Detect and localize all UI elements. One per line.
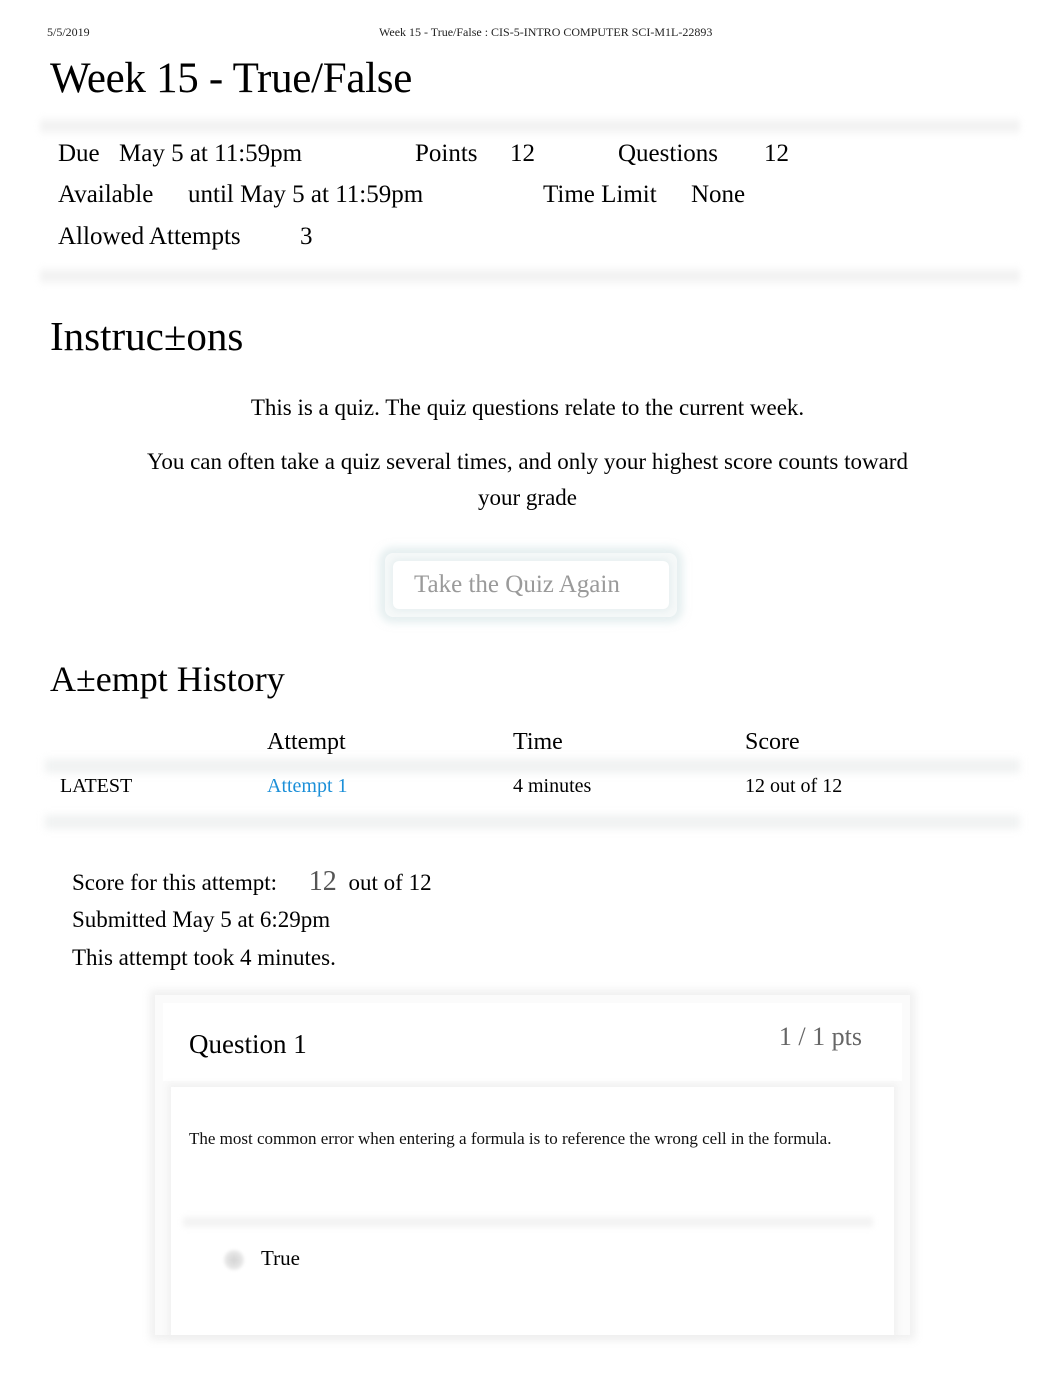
take-quiz-again-button[interactable]: Take the Quiz Again xyxy=(393,561,669,609)
page-title: Week 15 - True/False xyxy=(50,55,412,102)
available-value: until May 5 at 11:59pm xyxy=(188,181,424,208)
divider xyxy=(40,265,1020,287)
duration-line: This attempt took 4 minutes. xyxy=(72,945,336,970)
question-body: The most common error when entering a fo… xyxy=(171,1087,894,1335)
print-page-title: Week 15 - True/False : CIS-5-INTRO COMPU… xyxy=(379,25,713,39)
score-value: 12 xyxy=(308,866,337,897)
submitted-line: Submitted May 5 at 6:29pm xyxy=(72,907,331,932)
divider xyxy=(183,1217,873,1227)
allowed-attempts-label: Allowed Attempts xyxy=(58,223,241,250)
time-limit-label: Time Limit xyxy=(543,181,657,208)
instructions-heading: Instruc±ons xyxy=(50,313,244,359)
questions-value: 12 xyxy=(764,140,789,167)
column-header-attempt: Attempt xyxy=(267,729,346,755)
radio-icon[interactable] xyxy=(223,1249,245,1271)
question-points: 1 / 1 pts xyxy=(778,1022,862,1051)
points-value: 12 xyxy=(510,140,535,167)
attempt-score: 12 out of 12 xyxy=(745,775,843,797)
latest-tag: LATEST xyxy=(60,775,133,797)
score-label: Score for this attempt: xyxy=(72,870,278,895)
due-value: May 5 at 11:59pm xyxy=(119,140,303,167)
column-header-time: Time xyxy=(513,729,563,755)
instructions-line: You can often take a quiz several times,… xyxy=(147,449,908,474)
column-header-score: Score xyxy=(745,729,800,755)
available-label: Available xyxy=(58,181,154,208)
due-label: Due xyxy=(58,140,100,167)
print-date: 5/5/2019 xyxy=(47,25,90,39)
answer-label: True xyxy=(261,1246,300,1270)
score-line: Score for this attempt: 12 out of 12 xyxy=(72,866,432,898)
attempt-time: 4 minutes xyxy=(513,775,592,797)
instructions-line: your grade xyxy=(478,485,577,510)
instructions-paragraph: You can often take a quiz several times,… xyxy=(60,444,995,516)
row-divider xyxy=(45,815,1020,829)
question-text: The most common error when entering a fo… xyxy=(189,1129,832,1148)
allowed-attempts-value: 3 xyxy=(300,223,313,250)
print-header: 5/5/2019 Week 15 - True/False : CIS-5-IN… xyxy=(0,25,1062,41)
take-quiz-button-container: Take the Quiz Again xyxy=(385,553,677,617)
divider xyxy=(40,115,1020,137)
questions-label: Questions xyxy=(618,140,718,167)
attempt-link[interactable]: Attempt 1 xyxy=(267,775,348,798)
row-divider xyxy=(45,759,1020,773)
instructions-paragraph: This is a quiz. The quiz questions relat… xyxy=(250,395,805,420)
score-out-of: out of 12 xyxy=(348,870,432,895)
question-card: Question 1 1 / 1 pts The most common err… xyxy=(155,995,910,1335)
attempt-history-heading: A±empt History xyxy=(50,659,285,699)
question-title: Question 1 xyxy=(189,1029,307,1059)
question-header: Question 1 1 / 1 pts xyxy=(163,1003,902,1081)
time-limit-value: None xyxy=(691,181,746,208)
points-label: Points xyxy=(415,140,478,167)
